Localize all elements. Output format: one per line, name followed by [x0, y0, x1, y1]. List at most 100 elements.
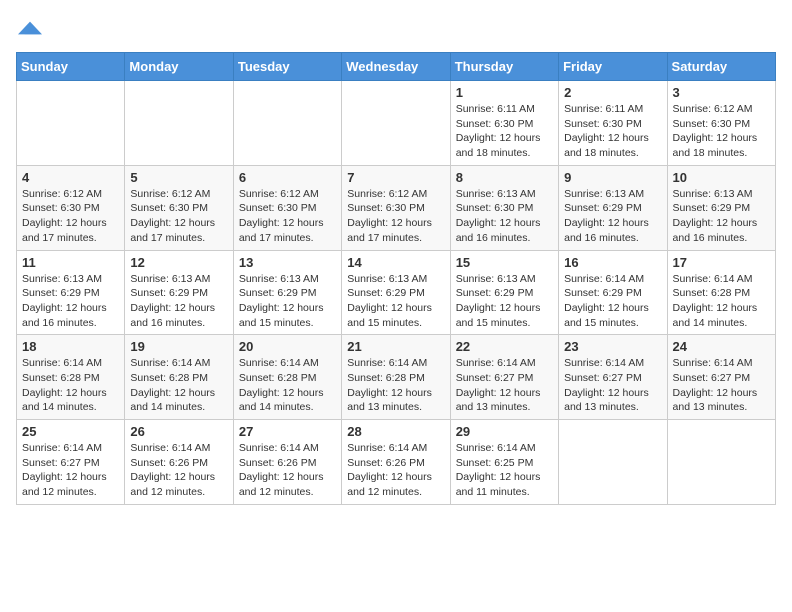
day-number: 26 — [130, 424, 227, 439]
day-number: 12 — [130, 255, 227, 270]
calendar-cell: 7 Sunrise: 6:12 AM Sunset: 6:30 PM Daylig… — [342, 165, 450, 250]
calendar-cell — [342, 81, 450, 166]
calendar-header-sunday: Sunday — [17, 53, 125, 81]
day-info: Sunrise: 6:13 AM Sunset: 6:29 PM Dayligh… — [22, 272, 119, 331]
day-info: Sunrise: 6:13 AM Sunset: 6:29 PM Dayligh… — [456, 272, 553, 331]
calendar-cell: 20 Sunrise: 6:14 AM Sunset: 6:28 PM Dayli… — [233, 335, 341, 420]
day-info: Sunrise: 6:11 AM Sunset: 6:30 PM Dayligh… — [456, 102, 553, 161]
calendar-cell: 15 Sunrise: 6:13 AM Sunset: 6:29 PM Dayli… — [450, 250, 558, 335]
calendar-cell: 19Sunrise: 6:14 AM Sunset: 6:28 PM Dayli… — [125, 335, 233, 420]
calendar-cell: 13 Sunrise: 6:13 AM Sunset: 6:29 PM Dayli… — [233, 250, 341, 335]
day-info: Sunrise: 6:13 AM Sunset: 6:29 PM Dayligh… — [564, 187, 661, 246]
calendar-header-saturday: Saturday — [667, 53, 775, 81]
day-number: 7 — [347, 170, 444, 185]
calendar-cell: 28 Sunrise: 6:14 AM Sunset: 6:26 PM Dayli… — [342, 420, 450, 505]
calendar-cell: 24 Sunrise: 6:14 AM Sunset: 6:27 PM Dayli… — [667, 335, 775, 420]
day-info: Sunrise: 6:13 AM Sunset: 6:30 PM Dayligh… — [456, 187, 553, 246]
day-number: 29 — [456, 424, 553, 439]
day-info: Sunrise: 6:14 AM Sunset: 6:27 PM Dayligh… — [564, 356, 661, 415]
day-info: Sunrise: 6:12 AM Sunset: 6:30 PM Dayligh… — [22, 187, 119, 246]
day-info: Sunrise: 6:11 AM Sunset: 6:30 PM Dayligh… — [564, 102, 661, 161]
day-number: 1 — [456, 85, 553, 100]
day-info: Sunrise: 6:12 AM Sunset: 6:30 PM Dayligh… — [130, 187, 227, 246]
calendar-week-row: 4 Sunrise: 6:12 AM Sunset: 6:30 PM Daylig… — [17, 165, 776, 250]
day-info: Sunrise: 6:14 AM Sunset: 6:27 PM Dayligh… — [456, 356, 553, 415]
calendar-cell: 16 Sunrise: 6:14 AM Sunset: 6:29 PM Dayli… — [559, 250, 667, 335]
calendar-cell: 10 Sunrise: 6:13 AM Sunset: 6:29 PM Dayli… — [667, 165, 775, 250]
calendar-cell: 2Sunrise: 6:11 AM Sunset: 6:30 PM Daylig… — [559, 81, 667, 166]
day-info: Sunrise: 6:12 AM Sunset: 6:30 PM Dayligh… — [347, 187, 444, 246]
day-number: 19 — [130, 339, 227, 354]
day-number: 4 — [22, 170, 119, 185]
calendar-cell: 27 Sunrise: 6:14 AM Sunset: 6:26 PM Dayli… — [233, 420, 341, 505]
day-number: 27 — [239, 424, 336, 439]
day-info: Sunrise: 6:14 AM Sunset: 6:27 PM Dayligh… — [22, 441, 119, 500]
day-number: 13 — [239, 255, 336, 270]
calendar-week-row: 11 Sunrise: 6:13 AM Sunset: 6:29 PM Dayli… — [17, 250, 776, 335]
day-number: 17 — [673, 255, 770, 270]
day-number: 14 — [347, 255, 444, 270]
day-number: 8 — [456, 170, 553, 185]
calendar-cell: 21 Sunrise: 6:14 AM Sunset: 6:28 PM Dayli… — [342, 335, 450, 420]
day-number: 23 — [564, 339, 661, 354]
day-number: 11 — [22, 255, 119, 270]
day-info: Sunrise: 6:14 AM Sunset: 6:29 PM Dayligh… — [564, 272, 661, 331]
day-info: Sunrise: 6:14 AM Sunset: 6:28 PM Dayligh… — [22, 356, 119, 415]
day-number: 20 — [239, 339, 336, 354]
day-number: 15 — [456, 255, 553, 270]
day-number: 22 — [456, 339, 553, 354]
calendar-cell: 3 Sunrise: 6:12 AM Sunset: 6:30 PM Daylig… — [667, 81, 775, 166]
calendar-cell: 26 Sunrise: 6:14 AM Sunset: 6:26 PM Dayli… — [125, 420, 233, 505]
calendar-week-row: 18Sunrise: 6:14 AM Sunset: 6:28 PM Dayli… — [17, 335, 776, 420]
day-number: 10 — [673, 170, 770, 185]
day-info: Sunrise: 6:14 AM Sunset: 6:28 PM Dayligh… — [239, 356, 336, 415]
day-info: Sunrise: 6:14 AM Sunset: 6:27 PM Dayligh… — [673, 356, 770, 415]
day-info: Sunrise: 6:14 AM Sunset: 6:26 PM Dayligh… — [347, 441, 444, 500]
day-info: Sunrise: 6:14 AM Sunset: 6:25 PM Dayligh… — [456, 441, 553, 500]
day-number: 16 — [564, 255, 661, 270]
day-info: Sunrise: 6:14 AM Sunset: 6:26 PM Dayligh… — [239, 441, 336, 500]
calendar-cell: 29 Sunrise: 6:14 AM Sunset: 6:25 PM Dayli… — [450, 420, 558, 505]
calendar-cell: 1 Sunrise: 6:11 AM Sunset: 6:30 PM Daylig… — [450, 81, 558, 166]
calendar-cell: 9 Sunrise: 6:13 AM Sunset: 6:29 PM Daylig… — [559, 165, 667, 250]
day-info: Sunrise: 6:13 AM Sunset: 6:29 PM Dayligh… — [130, 272, 227, 331]
logo — [16, 16, 42, 40]
day-info: Sunrise: 6:13 AM Sunset: 6:29 PM Dayligh… — [673, 187, 770, 246]
calendar-cell: 18Sunrise: 6:14 AM Sunset: 6:28 PM Dayli… — [17, 335, 125, 420]
calendar-header-wednesday: Wednesday — [342, 53, 450, 81]
day-number: 25 — [22, 424, 119, 439]
calendar-header-thursday: Thursday — [450, 53, 558, 81]
calendar-cell: 14 Sunrise: 6:13 AM Sunset: 6:29 PM Dayli… — [342, 250, 450, 335]
calendar-cell: 5 Sunrise: 6:12 AM Sunset: 6:30 PM Daylig… — [125, 165, 233, 250]
calendar-cell — [667, 420, 775, 505]
calendar-header-tuesday: Tuesday — [233, 53, 341, 81]
calendar-header-monday: Monday — [125, 53, 233, 81]
day-number: 28 — [347, 424, 444, 439]
calendar-table: SundayMondayTuesdayWednesdayThursdayFrid… — [16, 52, 776, 505]
day-number: 9 — [564, 170, 661, 185]
day-info: Sunrise: 6:14 AM Sunset: 6:28 PM Dayligh… — [347, 356, 444, 415]
day-number: 5 — [130, 170, 227, 185]
calendar-cell: 17 Sunrise: 6:14 AM Sunset: 6:28 PM Dayli… — [667, 250, 775, 335]
logo-icon — [18, 16, 42, 40]
calendar-cell: 22 Sunrise: 6:14 AM Sunset: 6:27 PM Dayli… — [450, 335, 558, 420]
day-info: Sunrise: 6:13 AM Sunset: 6:29 PM Dayligh… — [239, 272, 336, 331]
calendar-cell — [125, 81, 233, 166]
header — [16, 16, 776, 40]
day-number: 6 — [239, 170, 336, 185]
day-info: Sunrise: 6:14 AM Sunset: 6:28 PM Dayligh… — [673, 272, 770, 331]
calendar-cell: 25 Sunrise: 6:14 AM Sunset: 6:27 PM Dayli… — [17, 420, 125, 505]
calendar-cell — [17, 81, 125, 166]
day-info: Sunrise: 6:13 AM Sunset: 6:29 PM Dayligh… — [347, 272, 444, 331]
calendar-cell: 23 Sunrise: 6:14 AM Sunset: 6:27 PM Dayli… — [559, 335, 667, 420]
day-info: Sunrise: 6:14 AM Sunset: 6:26 PM Dayligh… — [130, 441, 227, 500]
calendar-header-friday: Friday — [559, 53, 667, 81]
day-info: Sunrise: 6:12 AM Sunset: 6:30 PM Dayligh… — [673, 102, 770, 161]
day-number: 21 — [347, 339, 444, 354]
calendar-cell: 12 Sunrise: 6:13 AM Sunset: 6:29 PM Dayli… — [125, 250, 233, 335]
calendar-cell — [233, 81, 341, 166]
day-number: 24 — [673, 339, 770, 354]
calendar-header-row: SundayMondayTuesdayWednesdayThursdayFrid… — [17, 53, 776, 81]
day-number: 3 — [673, 85, 770, 100]
calendar-cell: 11 Sunrise: 6:13 AM Sunset: 6:29 PM Dayli… — [17, 250, 125, 335]
